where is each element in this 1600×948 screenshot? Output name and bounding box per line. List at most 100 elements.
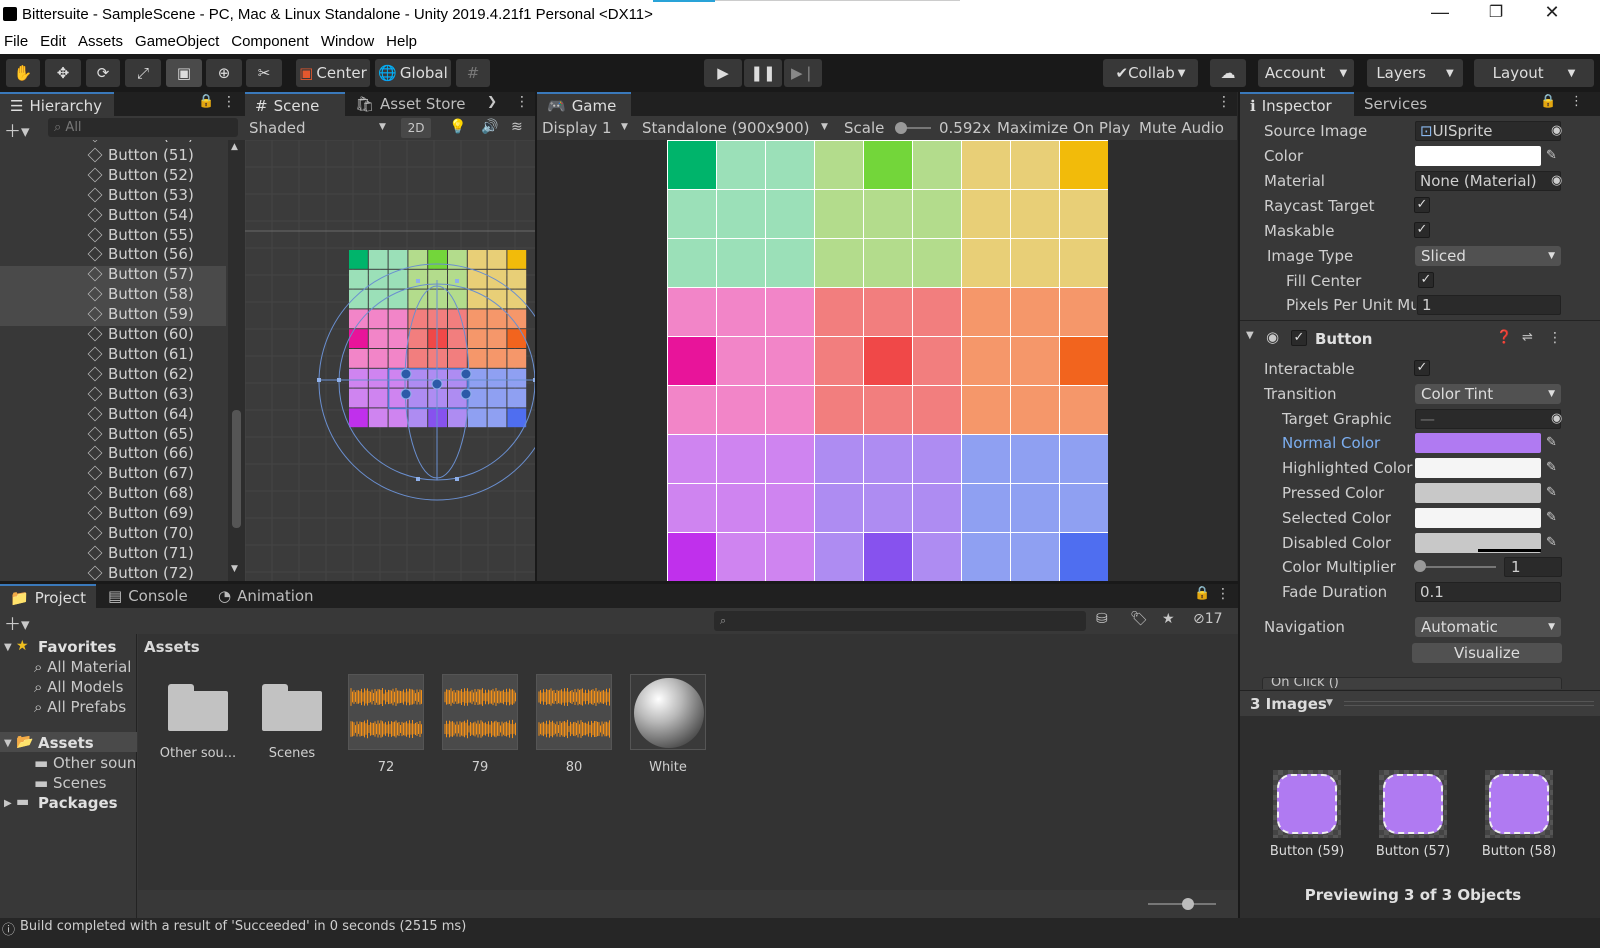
menu-help[interactable]: Help bbox=[384, 30, 419, 54]
game-color-button[interactable] bbox=[913, 435, 961, 483]
kebab-menu-icon[interactable]: ⋮ bbox=[1548, 330, 1562, 346]
game-color-button[interactable] bbox=[668, 533, 716, 581]
rotate-tool-icon[interactable]: ⟳ bbox=[86, 59, 120, 87]
game-color-button[interactable] bbox=[864, 533, 912, 581]
game-color-button[interactable] bbox=[1011, 190, 1059, 238]
game-color-button[interactable] bbox=[913, 337, 961, 385]
favorite-star-icon[interactable]: ★ bbox=[1162, 611, 1175, 627]
hierarchy-item[interactable]: Button (61) bbox=[87, 345, 194, 365]
game-color-button[interactable] bbox=[717, 533, 765, 581]
game-color-button[interactable] bbox=[913, 484, 961, 532]
shading-dropdown[interactable]: Shaded bbox=[249, 119, 306, 137]
asset-folder-scenes[interactable]: Scenes bbox=[252, 670, 332, 761]
game-color-button[interactable] bbox=[962, 190, 1010, 238]
game-color-button[interactable] bbox=[913, 190, 961, 238]
hierarchy-item[interactable]: Button (55) bbox=[87, 226, 194, 246]
tab-animation[interactable]: ◔ Animation bbox=[208, 584, 324, 608]
packages-folder-label[interactable]: Packages bbox=[38, 794, 118, 812]
layout-dropdown[interactable]: Layout ▼ bbox=[1474, 59, 1594, 87]
game-color-button[interactable] bbox=[717, 239, 765, 287]
game-color-button[interactable] bbox=[668, 435, 716, 483]
game-color-button[interactable] bbox=[913, 533, 961, 581]
lighting-icon[interactable]: 💡 bbox=[449, 119, 466, 135]
pixels-per-unit-field[interactable]: 1 bbox=[1417, 295, 1561, 315]
effects-icon[interactable]: ≋ bbox=[511, 119, 523, 135]
game-color-button[interactable] bbox=[668, 484, 716, 532]
source-image-field[interactable]: ⊡UISprite bbox=[1415, 121, 1561, 141]
game-color-button[interactable] bbox=[668, 386, 716, 434]
chevron-down-icon[interactable]: ▼ bbox=[1326, 698, 1333, 708]
folder-scenes[interactable]: ▬ Scenes bbox=[34, 774, 107, 792]
asset-material-white[interactable]: White bbox=[628, 670, 708, 775]
hidden-packages-icon[interactable]: ⊘17 bbox=[1193, 611, 1223, 627]
raycast-target-checkbox[interactable]: ✓ bbox=[1414, 197, 1430, 213]
fill-center-checkbox[interactable]: ✓ bbox=[1418, 272, 1434, 288]
scene-viewport[interactable] bbox=[245, 140, 535, 581]
game-color-button[interactable] bbox=[668, 190, 716, 238]
game-color-button[interactable] bbox=[766, 337, 814, 385]
hierarchy-item[interactable]: Button (62) bbox=[87, 365, 194, 385]
game-color-button[interactable] bbox=[1011, 239, 1059, 287]
hierarchy-item[interactable]: Button (72) bbox=[87, 564, 194, 581]
game-color-button[interactable] bbox=[668, 239, 716, 287]
hierarchy-item[interactable]: Button (71) bbox=[87, 544, 194, 564]
layers-dropdown[interactable]: Layers ▼ bbox=[1367, 59, 1463, 87]
game-color-button[interactable] bbox=[962, 288, 1010, 336]
navigation-dropdown[interactable]: Automatic ▼ bbox=[1415, 617, 1561, 637]
game-color-button[interactable] bbox=[1011, 435, 1059, 483]
maximize-on-play-toggle[interactable]: Maximize On Play bbox=[997, 119, 1130, 137]
game-color-button[interactable] bbox=[717, 337, 765, 385]
foldout-arrow-icon[interactable]: ▼ bbox=[4, 642, 12, 653]
scroll-up-icon[interactable]: ▲ bbox=[231, 142, 238, 152]
preview-thumbnail[interactable]: Button (57) bbox=[1368, 770, 1458, 859]
resolution-dropdown[interactable]: Standalone (900x900) bbox=[642, 119, 810, 137]
game-color-button[interactable] bbox=[1060, 141, 1108, 189]
object-picker-icon[interactable]: ◉ bbox=[1551, 123, 1565, 138]
filter-type-icon[interactable]: ⛁ bbox=[1096, 611, 1108, 627]
kebab-menu-icon[interactable]: ⋮ bbox=[515, 94, 529, 110]
game-color-button[interactable] bbox=[1060, 239, 1108, 287]
game-color-button[interactable] bbox=[668, 288, 716, 336]
game-color-button[interactable] bbox=[815, 239, 863, 287]
tab-scene[interactable]: # Scene bbox=[245, 92, 345, 116]
tab-overflow-icon[interactable]: ❯ bbox=[487, 94, 497, 108]
tab-game[interactable]: 🎮 Game bbox=[537, 92, 631, 116]
object-picker-icon[interactable]: ◉ bbox=[1551, 173, 1565, 188]
tab-hierarchy[interactable]: ☰ Hierarchy bbox=[0, 92, 114, 116]
minimize-button[interactable]: — bbox=[1420, 2, 1460, 23]
favorite-all-models[interactable]: ⌕ All Models bbox=[34, 678, 123, 696]
eyedropper-icon[interactable]: ✎ bbox=[1546, 148, 1560, 163]
maskable-checkbox[interactable]: ✓ bbox=[1414, 222, 1430, 238]
interactable-checkbox[interactable]: ✓ bbox=[1414, 360, 1430, 376]
custom-tool-icon[interactable]: ✂ bbox=[246, 59, 282, 87]
asset-folder-other-sounds[interactable]: Other sou... bbox=[158, 670, 238, 761]
game-color-button[interactable] bbox=[1060, 484, 1108, 532]
kebab-menu-icon[interactable]: ⋮ bbox=[1217, 94, 1231, 110]
kebab-menu-icon[interactable]: ⋮ bbox=[1216, 586, 1230, 602]
button-enabled-checkbox[interactable]: ✓ bbox=[1291, 330, 1307, 346]
game-color-button[interactable] bbox=[766, 435, 814, 483]
target-graphic-field[interactable]: — bbox=[1415, 409, 1561, 429]
tab-asset-store[interactable]: 🛍 Asset Store bbox=[345, 92, 475, 116]
game-color-button[interactable] bbox=[1060, 386, 1108, 434]
game-viewport[interactable] bbox=[537, 140, 1237, 581]
hierarchy-item[interactable]: Button (63) bbox=[87, 385, 194, 405]
game-color-button[interactable] bbox=[1011, 386, 1059, 434]
preview-thumbnail[interactable]: Button (58) bbox=[1474, 770, 1564, 859]
game-color-button[interactable] bbox=[864, 239, 912, 287]
game-color-button[interactable] bbox=[766, 190, 814, 238]
game-color-button[interactable] bbox=[717, 141, 765, 189]
panel-splitter[interactable] bbox=[1238, 92, 1240, 918]
game-color-button[interactable] bbox=[766, 288, 814, 336]
cloud-icon[interactable]: ☁ bbox=[1210, 59, 1246, 87]
project-search-input[interactable]: ⌕ bbox=[714, 611, 1086, 631]
game-color-button[interactable] bbox=[1060, 337, 1108, 385]
transition-dropdown[interactable]: Color Tint ▼ bbox=[1415, 384, 1561, 404]
color-swatch[interactable] bbox=[1415, 146, 1541, 166]
game-color-button[interactable] bbox=[1011, 337, 1059, 385]
game-color-button[interactable] bbox=[913, 288, 961, 336]
game-color-button[interactable] bbox=[717, 288, 765, 336]
highlighted-color-swatch[interactable] bbox=[1415, 458, 1541, 478]
pivot-global-button[interactable]: 🌐 Global bbox=[375, 59, 451, 87]
kebab-menu-icon[interactable]: ⋮ bbox=[1570, 94, 1583, 109]
